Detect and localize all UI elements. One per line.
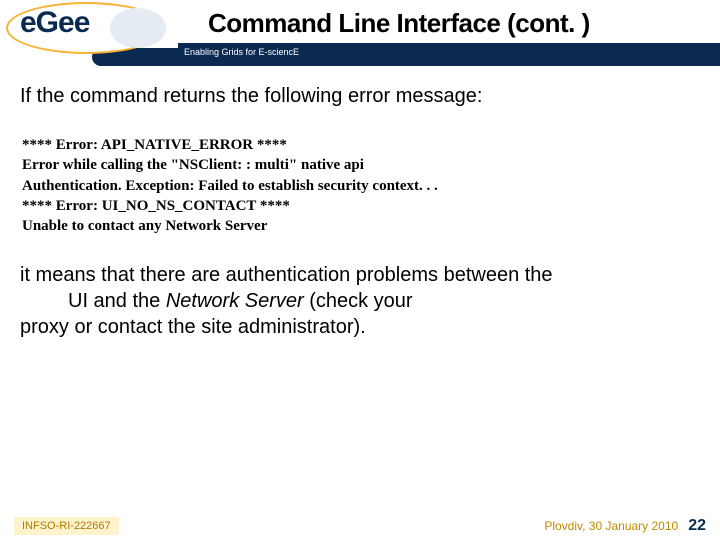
footer-location: Plovdiv, 30 January 2010 [544,519,678,533]
error-message-block: **** Error: API_NATIVE_ERROR **** Error … [22,135,698,236]
explanation-text: it means that there are authentication p… [20,262,700,340]
error-line: Error while calling the "NSClient: : mul… [22,155,698,175]
explain-part: UI and the [68,290,166,312]
slide-footer: INFSO-RI-222667 Plovdiv, 30 January 2010… [0,512,720,540]
logo-text: eGee [20,8,89,38]
explain-part: (check your [304,290,413,312]
page-number: 22 [688,517,706,535]
slide-subtitle: Enabling Grids for E-sciencE [178,43,720,61]
egee-logo-icon: eGee [0,0,172,58]
slide-header: eGee Command Line Interface (cont. ) Ena… [0,0,720,74]
explain-part: proxy or contact the site administrator)… [20,316,366,338]
error-line: Authentication. Exception: Failed to est… [22,176,698,196]
footer-reference: INFSO-RI-222667 [14,517,119,535]
error-line: **** Error: UI_NO_NS_CONTACT **** [22,196,698,216]
error-line: **** Error: API_NATIVE_ERROR **** [22,135,698,155]
logo-ellipse-icon [110,8,166,48]
explain-part-indent: UI and the Network Server (check your [20,288,700,314]
logo: eGee [0,0,172,58]
title-area: Command Line Interface (cont. ) Enabling… [178,0,720,74]
slide-body: If the command returns the following err… [20,84,700,500]
slide: eGee Command Line Interface (cont. ) Ena… [0,0,720,540]
error-line: Unable to contact any Network Server [22,216,698,236]
slide-title: Command Line Interface (cont. ) [178,0,720,43]
intro-text: If the command returns the following err… [20,84,700,109]
footer-right: Plovdiv, 30 January 2010 22 [544,517,706,535]
explain-emphasis: Network Server [166,290,304,312]
explain-part: it means that there are authentication p… [20,264,553,286]
